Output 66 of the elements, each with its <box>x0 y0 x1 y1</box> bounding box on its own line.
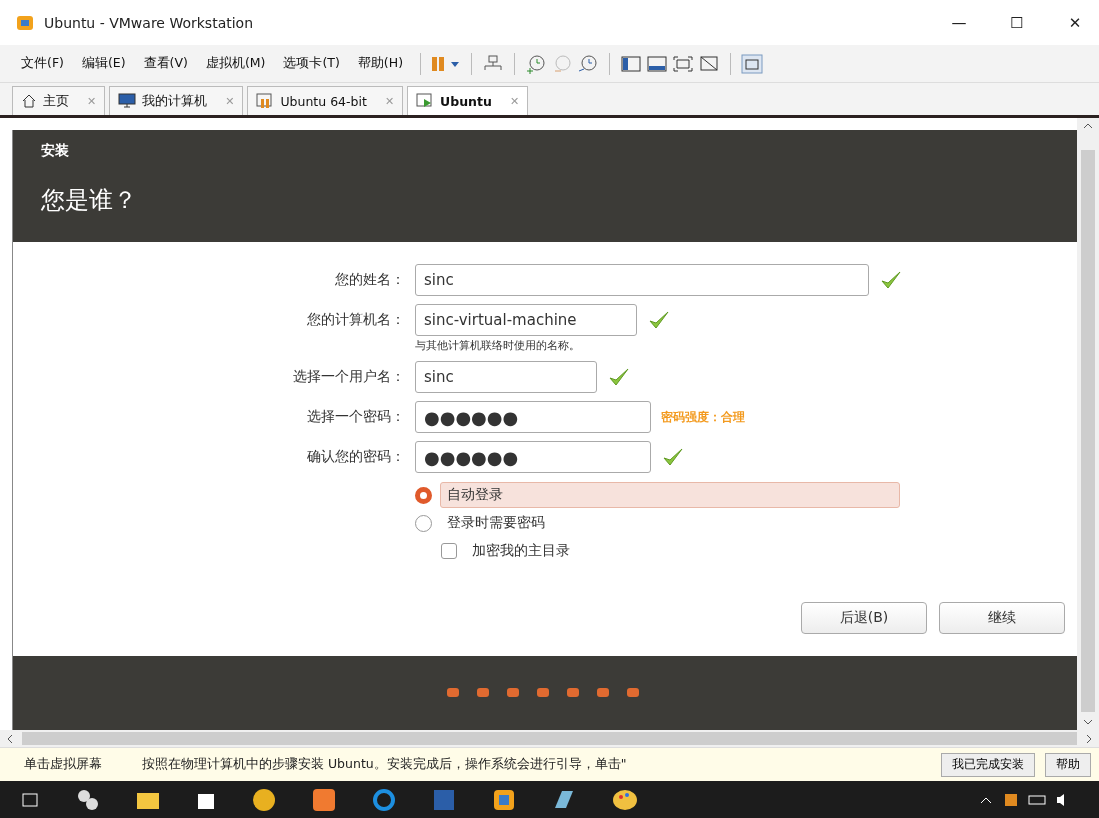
horizontal-scrollbar[interactable] <box>0 730 1099 747</box>
snapshot-manager-icon[interactable] <box>577 53 599 74</box>
checkbox[interactable] <box>441 543 457 559</box>
menu-item[interactable]: 文件(F) <box>14 51 71 76</box>
snapshot-icon[interactable] <box>525 53 547 74</box>
password-field[interactable]: ●●●●●● <box>415 441 651 473</box>
field-label: 选择一个密码： <box>306 408 405 426</box>
continue-button[interactable]: 继续 <box>939 602 1065 634</box>
window-control-button[interactable]: — <box>935 0 983 45</box>
radio-button[interactable] <box>415 486 432 504</box>
tab[interactable]: 主页 ✕ <box>12 86 106 115</box>
back-button[interactable]: 后退(B) <box>801 602 927 634</box>
window-title: Ubuntu - VMware Workstation <box>44 14 255 31</box>
menu-item[interactable]: 帮助(H) <box>350 51 410 76</box>
field-label: 选择一个用户名： <box>292 368 405 386</box>
palette-icon[interactable] <box>612 787 638 812</box>
field-label: 确认您的密码： <box>306 448 405 466</box>
fullscreen-icon[interactable] <box>672 53 694 74</box>
home-icon <box>21 93 37 109</box>
option-label[interactable]: 登录时需要密码 <box>440 510 552 536</box>
vm-play-icon <box>416 93 435 109</box>
finished-install-button[interactable]: 我已完成安装 <box>941 752 1035 777</box>
scroll-down-icon[interactable] <box>1083 718 1093 726</box>
menu-item[interactable]: 虚拟机(M) <box>198 51 273 76</box>
page-heading: 您是谁？ <box>41 185 138 216</box>
tab[interactable]: 我的计算机 ✕ <box>109 86 244 115</box>
text-field[interactable]: sinc <box>415 264 869 296</box>
help-button[interactable]: 帮助 <box>1045 752 1091 777</box>
scroll-up-icon[interactable] <box>1083 122 1093 130</box>
task-view-icon[interactable] <box>20 791 40 808</box>
scroll-right-icon[interactable] <box>1085 733 1093 744</box>
view-icon[interactable] <box>741 53 763 74</box>
section-title: 安装 <box>41 142 70 160</box>
field-label: 您的姓名： <box>334 271 405 289</box>
browser-icon[interactable] <box>372 787 396 812</box>
unity-icon[interactable] <box>698 53 720 74</box>
monitor-icon <box>118 93 137 109</box>
vmware-icon[interactable] <box>492 787 516 812</box>
text-field[interactable]: sinc-virtual-machine <box>415 304 637 336</box>
password-field[interactable]: ●●●●●● <box>415 401 651 433</box>
text-field[interactable]: sinc <box>415 361 597 393</box>
menu-item[interactable]: 编辑(E) <box>74 51 133 76</box>
option-label[interactable]: 自动登录 <box>440 482 900 508</box>
option-label[interactable]: 加密我的主目录 <box>465 538 577 564</box>
hint-title: 单击虚拟屏幕 <box>24 756 102 773</box>
vertical-scrollbar[interactable] <box>1077 118 1099 730</box>
scroll-left-icon[interactable] <box>6 733 14 744</box>
password-strength: 密码强度：合理 <box>661 408 745 426</box>
field-label: 您的计算机名： <box>306 311 405 329</box>
vmware-logo-icon <box>16 13 34 32</box>
radio-button[interactable] <box>415 514 432 532</box>
hint-message: 按照在物理计算机中的步骤安装 Ubuntu。安装完成后，操作系统会进行引导，单击" <box>142 756 628 773</box>
menu-item[interactable]: 选项卡(T) <box>276 51 347 76</box>
pdf-icon[interactable] <box>312 787 336 812</box>
sidebar-icon[interactable] <box>620 53 642 74</box>
window-control-button[interactable]: ☐ <box>993 0 1041 45</box>
vm-icon <box>256 93 275 109</box>
tab[interactable]: Ubuntu 64-bit ✕ <box>247 86 404 115</box>
app-icon[interactable] <box>76 787 100 812</box>
console-icon[interactable] <box>646 53 668 74</box>
tab[interactable]: Ubuntu ✕ <box>407 86 529 115</box>
field-hint: 与其他计算机联络时使用的名称。 <box>415 338 581 353</box>
window-control-button[interactable]: ✕ <box>1051 0 1099 45</box>
app-icon[interactable] <box>252 787 276 812</box>
document-icon[interactable] <box>432 787 456 812</box>
menu-item[interactable]: 查看(V) <box>136 51 195 76</box>
